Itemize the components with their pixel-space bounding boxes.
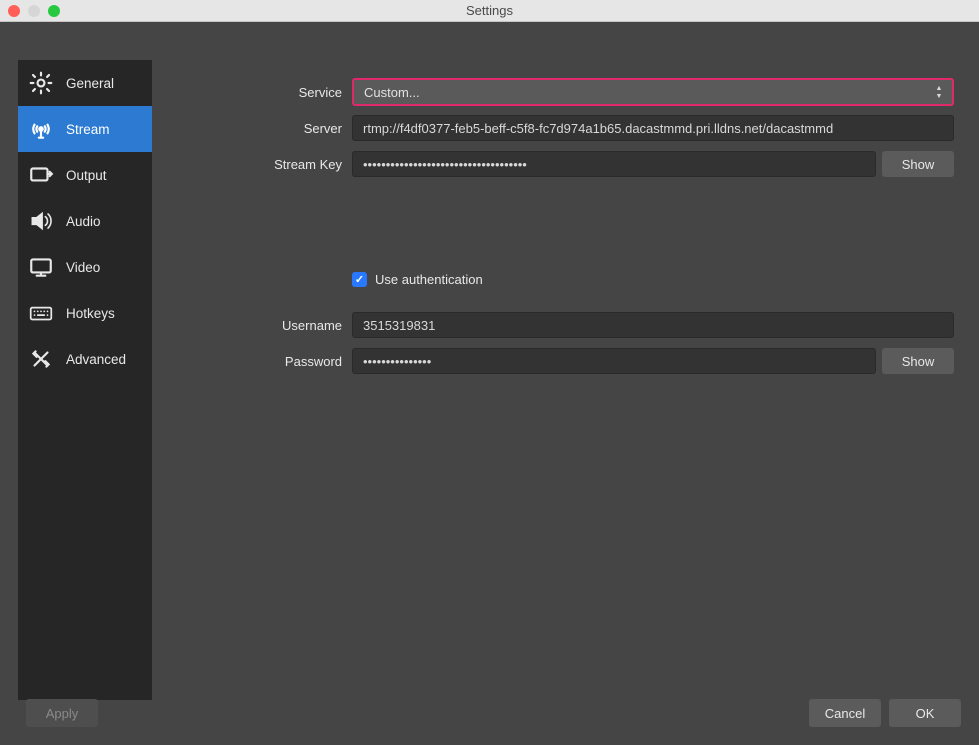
window-title: Settings [0,3,979,18]
service-row: Service Custom... ▲▼ [172,78,954,106]
settings-sidebar: General Stream Output [18,60,152,700]
password-input[interactable] [352,348,876,374]
sidebar-item-output[interactable]: Output [18,152,152,198]
username-row: Username [172,311,954,339]
ok-button[interactable]: OK [889,699,961,727]
username-label: Username [172,318,352,333]
titlebar: Settings [0,0,979,22]
server-label: Server [172,121,352,136]
sidebar-item-label: Video [66,260,100,275]
sidebar-item-audio[interactable]: Audio [18,198,152,244]
footer-buttons: Apply Cancel OK [18,699,961,727]
cancel-button[interactable]: Cancel [809,699,881,727]
use-authentication-checkbox[interactable]: ✓ [352,272,367,287]
window-body: General Stream Output [0,22,979,745]
sidebar-item-video[interactable]: Video [18,244,152,290]
sidebar-item-label: Audio [66,214,101,229]
output-icon [26,162,56,188]
server-row: Server [172,114,954,142]
use-authentication-label: Use authentication [375,272,483,287]
sidebar-item-label: General [66,76,114,91]
sidebar-item-general[interactable]: General [18,60,152,106]
use-authentication-row: ✓ Use authentication [352,272,954,287]
antenna-icon [26,116,56,142]
show-password-button[interactable]: Show [882,348,954,374]
server-input[interactable] [352,115,954,141]
password-row: Password Show [172,347,954,375]
sidebar-item-label: Hotkeys [66,306,115,321]
password-label: Password [172,354,352,369]
keyboard-icon [26,300,56,326]
service-select-value: Custom... [364,85,420,100]
stream-key-input[interactable] [352,151,876,177]
stream-key-row: Stream Key Show [172,150,954,178]
username-input[interactable] [352,312,954,338]
gear-icon [26,70,56,96]
sidebar-item-label: Advanced [66,352,126,367]
updown-arrows-icon: ▲▼ [932,83,946,101]
sidebar-item-advanced[interactable]: Advanced [18,336,152,382]
tools-icon [26,346,56,372]
service-select[interactable]: Custom... ▲▼ [352,78,954,106]
monitor-icon [26,254,56,280]
show-stream-key-button[interactable]: Show [882,151,954,177]
stream-settings-form: Service Custom... ▲▼ Server Stream Key S… [172,78,954,383]
sidebar-item-label: Output [66,168,107,183]
stream-key-label: Stream Key [172,157,352,172]
service-label: Service [172,85,352,100]
speaker-icon [26,208,56,234]
sidebar-item-stream[interactable]: Stream [18,106,152,152]
sidebar-item-label: Stream [66,122,110,137]
sidebar-item-hotkeys[interactable]: Hotkeys [18,290,152,336]
apply-button[interactable]: Apply [26,699,98,727]
